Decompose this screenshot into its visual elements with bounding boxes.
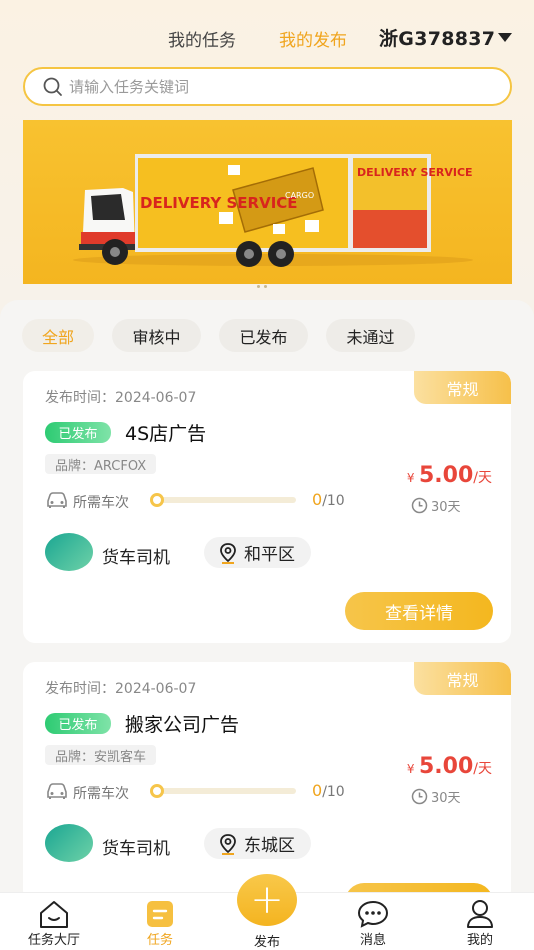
- type-tag: 常规: [414, 371, 511, 404]
- tab-tasks[interactable]: 任务: [120, 893, 200, 948]
- task-list-icon: [147, 901, 173, 927]
- required-trips-label: 所需车次: [73, 495, 129, 511]
- price-value: 5.00: [419, 754, 474, 779]
- tab-my-published[interactable]: 我的发布: [279, 26, 347, 51]
- search-icon: [43, 77, 62, 96]
- task-title: 搬家公司广告: [125, 714, 240, 736]
- clock-icon: [411, 497, 428, 514]
- location-pin-icon: [220, 542, 236, 564]
- progress-track: [151, 497, 296, 503]
- plus-icon: +: [250, 877, 284, 923]
- type-tag: 常规: [414, 662, 511, 695]
- duration: 30天: [411, 496, 461, 515]
- district-chip: 东城区: [204, 828, 311, 859]
- price: ¥ 5.00/天: [407, 463, 492, 488]
- task-card[interactable]: 常规 发布时间：2024-06-07 已发布 搬家公司广告 品牌：安凯客车 所需…: [23, 662, 511, 902]
- promo-banner[interactable]: DELIVERY SERVICE DELIVERY SERVICE CARGO: [23, 120, 512, 284]
- delivery-truck-illustration: DELIVERY SERVICE DELIVERY SERVICE CARGO: [73, 154, 473, 267]
- publish-time: 发布时间：2024-06-07: [45, 390, 197, 406]
- price: ¥ 5.00/天: [407, 754, 492, 779]
- tab-tasks-label: 任务: [146, 933, 173, 948]
- progress-knob: [150, 493, 164, 507]
- status-badge: 已发布: [45, 713, 111, 734]
- car-icon: [47, 492, 67, 508]
- publish-plus-button[interactable]: +: [237, 874, 297, 926]
- tab-my-tasks[interactable]: 我的任务: [168, 26, 236, 51]
- status-filter-bar: 全部 审核中 已发布 未通过: [22, 319, 415, 352]
- price-symbol: ¥: [406, 762, 415, 776]
- trip-count: 0/10: [312, 781, 345, 800]
- tab-publish-label: 发布: [253, 935, 280, 950]
- trip-count-total: /10: [322, 784, 345, 800]
- car-icon: [47, 783, 67, 799]
- search-bar[interactable]: [23, 67, 512, 106]
- banner-pager: [257, 285, 267, 288]
- caret-down-icon: [498, 33, 513, 42]
- price-value: 5.00: [419, 463, 474, 488]
- tab-mine[interactable]: 我的: [440, 893, 520, 948]
- duration-text: 30天: [431, 500, 461, 515]
- tab-task-hall-label: 任务大厅: [27, 933, 80, 948]
- trip-count-total: /10: [322, 493, 345, 509]
- price-unit: /天: [473, 470, 492, 486]
- tab-mine-label: 我的: [466, 933, 493, 948]
- progress-track: [151, 788, 296, 794]
- filter-rejected[interactable]: 未通过: [326, 319, 415, 352]
- filter-reviewing[interactable]: 审核中: [112, 319, 201, 352]
- user-icon: [467, 900, 493, 928]
- location-pin-icon: [220, 833, 236, 855]
- filter-published[interactable]: 已发布: [219, 319, 308, 352]
- district-text: 和平区: [244, 545, 295, 565]
- plate-number: 浙G378837: [379, 28, 496, 50]
- brand-label: 品牌：ARCFOX: [45, 454, 157, 474]
- trip-count: 0/10: [312, 490, 345, 509]
- price-symbol: ¥: [406, 471, 415, 485]
- publish-time: 发布时间：2024-06-07: [45, 681, 197, 697]
- search-input[interactable]: [69, 77, 469, 96]
- district-chip: 和平区: [204, 537, 311, 568]
- banner-cargo-label: CARGO: [285, 191, 314, 200]
- pager-dot: [257, 285, 260, 288]
- required-trips-label: 所需车次: [73, 786, 129, 802]
- trip-count-done: 0: [312, 490, 323, 509]
- price-unit: /天: [473, 761, 492, 777]
- status-badge: 已发布: [45, 422, 111, 443]
- brand-label: 品牌：安凯客车: [45, 745, 157, 765]
- task-card[interactable]: 常规 发布时间：2024-06-07 已发布 4S店广告 品牌：ARCFOX 所…: [23, 371, 511, 643]
- district-text: 东城区: [244, 836, 295, 856]
- pager-dot: [264, 285, 267, 288]
- trip-count-done: 0: [312, 781, 323, 800]
- duration: 30天: [411, 787, 461, 806]
- view-details-button[interactable]: 查看详情: [345, 592, 493, 630]
- role-label: 货车司机: [102, 548, 170, 568]
- banner-text-right: DELIVERY SERVICE: [357, 166, 473, 179]
- role-label: 货车司机: [102, 839, 170, 859]
- task-title: 4S店广告: [125, 423, 207, 445]
- tab-messages-label: 消息: [359, 933, 386, 948]
- plate-selector[interactable]: 浙G378837: [379, 24, 513, 51]
- top-header: 我的任务 我的发布 浙G378837: [0, 0, 534, 70]
- filter-all[interactable]: 全部: [22, 319, 94, 352]
- avatar: [45, 824, 93, 862]
- duration-text: 30天: [431, 791, 461, 806]
- chat-bubble-icon: [357, 900, 389, 928]
- tab-task-hall[interactable]: 任务大厅: [14, 893, 94, 948]
- home-icon: [40, 901, 68, 928]
- banner-text-left: DELIVERY SERVICE: [140, 194, 298, 212]
- progress-knob: [150, 784, 164, 798]
- tab-messages[interactable]: 消息: [333, 893, 413, 948]
- clock-icon: [411, 788, 428, 805]
- avatar: [45, 533, 93, 571]
